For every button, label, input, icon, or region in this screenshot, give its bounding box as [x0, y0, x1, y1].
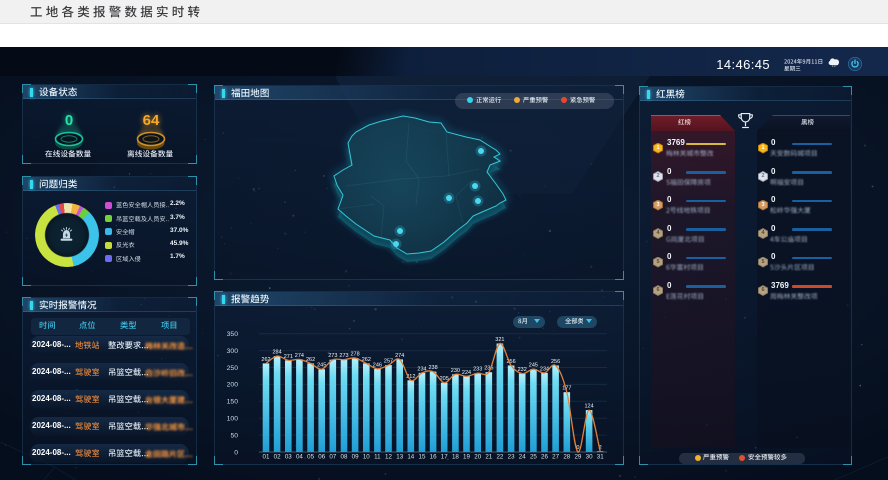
- svg-text:01: 01: [263, 453, 270, 460]
- svg-text:0: 0: [234, 449, 238, 456]
- svg-text:321: 321: [495, 337, 504, 343]
- svg-text:15: 15: [419, 453, 426, 460]
- svg-text:21: 21: [485, 453, 492, 460]
- svg-text:27: 27: [552, 453, 559, 460]
- svg-text:02: 02: [274, 453, 281, 460]
- svg-text:100: 100: [227, 416, 239, 423]
- svg-text:230: 230: [451, 368, 460, 374]
- svg-text:31: 31: [597, 453, 604, 460]
- svg-text:284: 284: [273, 350, 282, 356]
- svg-text:10: 10: [363, 453, 370, 460]
- svg-text:04: 04: [296, 453, 303, 460]
- svg-text:278: 278: [351, 352, 360, 358]
- svg-text:274: 274: [295, 353, 304, 359]
- svg-text:28: 28: [563, 453, 570, 460]
- svg-text:262: 262: [261, 357, 270, 363]
- svg-text:06: 06: [318, 453, 325, 460]
- svg-text:16: 16: [430, 453, 437, 460]
- svg-text:17: 17: [441, 453, 448, 460]
- svg-text:19: 19: [463, 453, 470, 460]
- svg-text:11: 11: [374, 453, 381, 460]
- svg-text:200: 200: [227, 382, 239, 389]
- svg-text:25: 25: [530, 453, 537, 460]
- svg-text:273: 273: [339, 353, 348, 359]
- svg-text:300: 300: [227, 348, 239, 355]
- svg-text:256: 256: [551, 359, 560, 365]
- svg-text:20: 20: [474, 453, 481, 460]
- svg-text:50: 50: [230, 432, 238, 439]
- svg-text:12: 12: [385, 453, 392, 460]
- svg-text:234: 234: [540, 366, 549, 372]
- svg-text:350: 350: [227, 331, 239, 338]
- svg-text:23: 23: [508, 453, 515, 460]
- svg-text:26: 26: [541, 453, 548, 460]
- svg-text:07: 07: [329, 453, 336, 460]
- svg-text:09: 09: [352, 453, 359, 460]
- svg-text:05: 05: [307, 453, 314, 460]
- svg-text:22: 22: [496, 453, 503, 460]
- svg-text:150: 150: [227, 399, 239, 406]
- svg-text:274: 274: [395, 353, 404, 359]
- svg-text:245: 245: [529, 363, 538, 369]
- svg-text:273: 273: [328, 353, 337, 359]
- svg-text:29: 29: [574, 453, 581, 460]
- svg-text:236: 236: [484, 366, 493, 372]
- svg-text:233: 233: [473, 367, 482, 373]
- svg-text:30: 30: [586, 453, 593, 460]
- svg-text:250: 250: [227, 365, 239, 372]
- svg-text:03: 03: [285, 453, 292, 460]
- svg-text:224: 224: [462, 370, 471, 376]
- svg-text:24: 24: [519, 453, 526, 460]
- svg-text:18: 18: [452, 453, 459, 460]
- svg-text:14: 14: [407, 453, 414, 460]
- svg-text:124: 124: [585, 404, 594, 410]
- svg-text:08: 08: [341, 453, 348, 460]
- svg-text:13: 13: [396, 453, 403, 460]
- svg-text:238: 238: [429, 365, 438, 371]
